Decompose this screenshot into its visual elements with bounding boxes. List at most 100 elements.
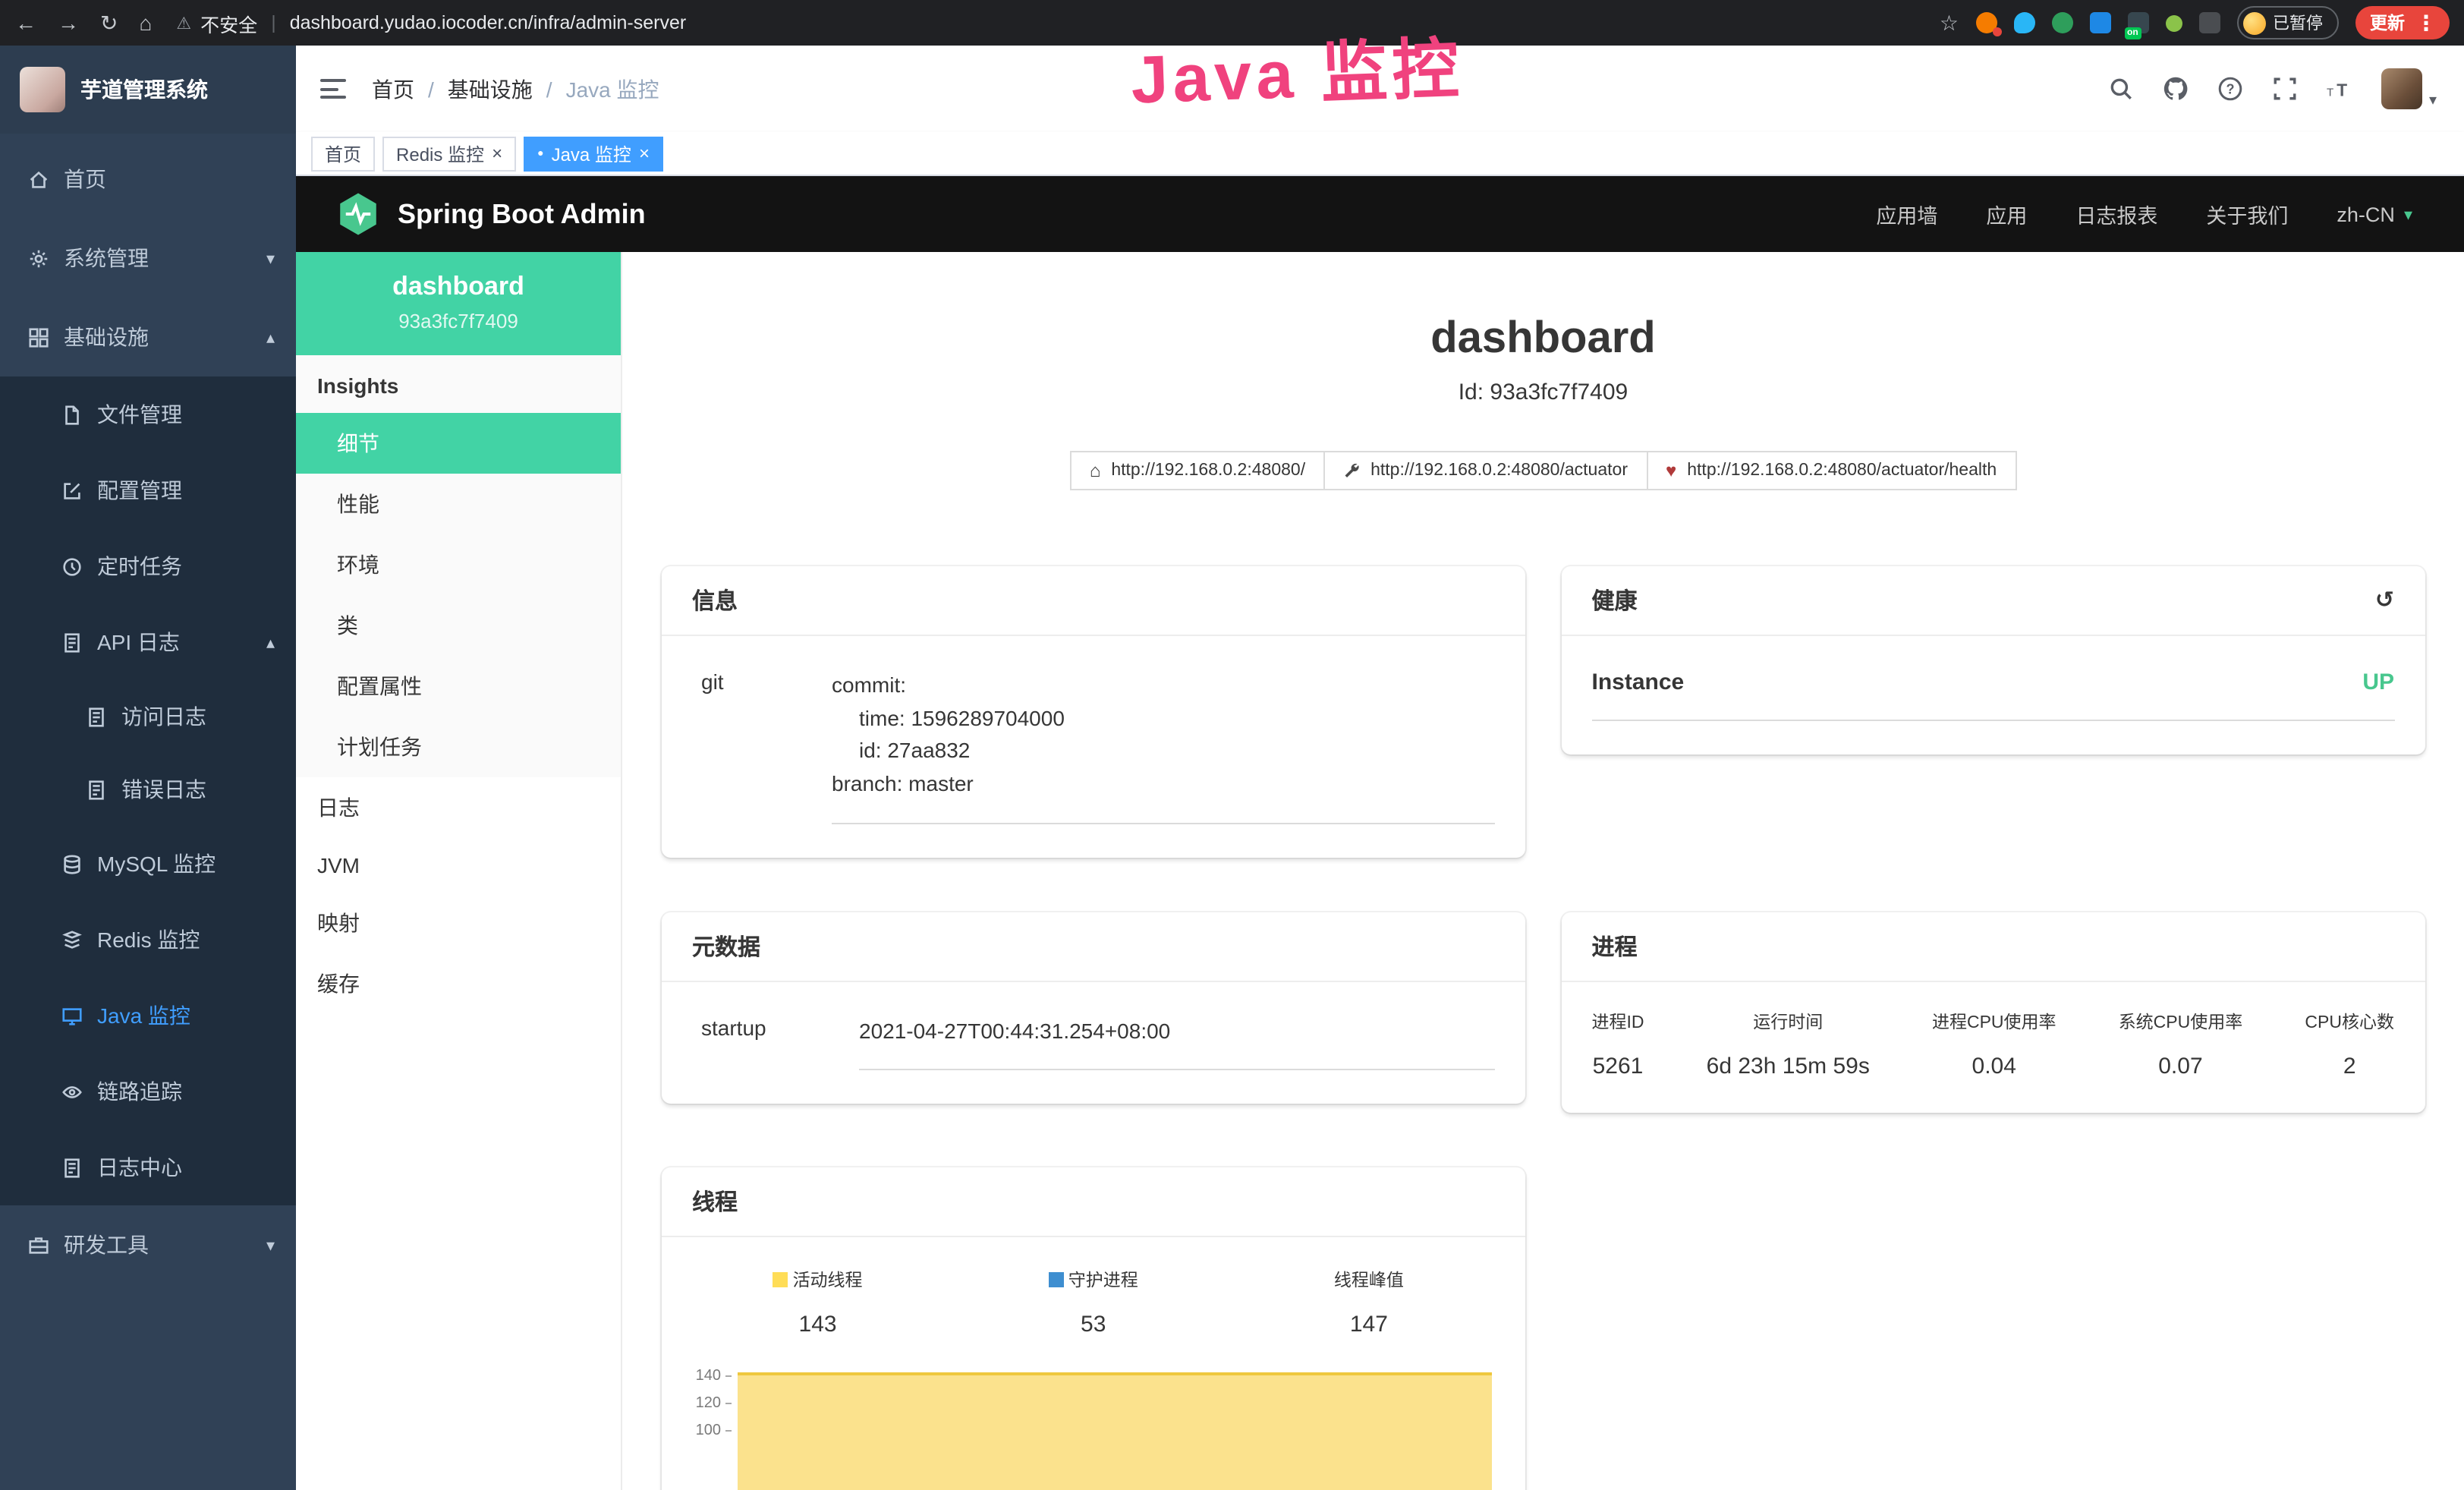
database-icon [61,852,83,875]
sba-nav-about[interactable]: 关于我们 [2206,199,2288,229]
threads-legend: 活动线程 143 守护进程 53 线程峰值 [680,1267,1507,1337]
sidebar-item-system-management[interactable]: 系统管理 ▾ [0,219,296,298]
browser-refresh-button[interactable]: ↻ [100,12,118,33]
profile-chip[interactable]: 已暂停 [2236,6,2338,39]
svg-text:T: T [2327,86,2334,99]
fullscreen-icon[interactable] [2273,76,2299,102]
extension-icon-green[interactable] [2051,12,2072,33]
sidebar-item-home[interactable]: 首页 [0,140,296,219]
sba-menu-logs[interactable]: 日志 [296,777,621,838]
tab-java-monitor[interactable]: ● Java 监控 × [524,136,663,171]
sidebar-item-config-management[interactable]: 配置管理 [0,452,296,528]
home-icon [27,168,50,191]
address-divider: | [271,12,276,33]
health-instance-row[interactable]: Instance UP [1592,669,2395,721]
sidebar-item-mysql-monitor[interactable]: MySQL 监控 [0,826,296,902]
instance-detail: dashboard Id: 93a3fc7f7409 ⌂ http://192.… [622,252,2464,1490]
eye-icon [61,1080,83,1103]
extension-icon-grid[interactable] [2089,12,2110,33]
breadcrumb-home[interactable]: 首页 [372,74,414,104]
doc-icon [85,705,108,728]
sba-menu-environment[interactable]: 环境 [296,534,621,595]
instance-link-root[interactable]: ⌂ http://192.168.0.2:48080/ [1070,451,1325,490]
instance-sidebar: dashboard 93a3fc7f7409 Insights 细节 性能 环境… [296,252,622,1490]
sidebar-item-scheduled-jobs[interactable]: 定时任务 [0,528,296,604]
browser-forward-button[interactable]: → [58,12,79,33]
sidebar-item-java-monitor[interactable]: Java 监控 [0,978,296,1054]
sba-menu-classes[interactable]: 类 [296,595,621,656]
health-card: 健康 ↺ Instance UP [1562,566,2425,754]
hamburger-menu-icon[interactable] [320,79,346,99]
sidebar-item-error-logs[interactable]: 错误日志 [0,753,296,826]
sidebar-item-trace[interactable]: 链路追踪 [0,1054,296,1129]
info-card: 信息 git commit: time: 1596289704000 id: 2… [662,566,1525,858]
sidebar-item-dev-tools[interactable]: 研发工具 ▾ [0,1205,296,1284]
sidebar-logo[interactable]: 芋道管理系统 [0,46,296,134]
close-icon[interactable]: × [492,144,502,162]
instance-link-actuator[interactable]: http://192.168.0.2:48080/actuator [1323,451,1647,490]
edit-icon [61,479,83,502]
extension-icon-switch[interactable]: on [2127,12,2148,33]
page-title: dashboard [622,316,2464,364]
browser-back-button[interactable]: ← [15,12,36,33]
health-status-badge: UP [2362,669,2394,695]
sba-nav-journal[interactable]: 日志报表 [2075,199,2157,229]
help-icon[interactable]: ? [2218,76,2244,102]
redis-icon [61,928,83,951]
sba-menu-performance[interactable]: 性能 [296,474,621,534]
sidebar-item-file-management[interactable]: 文件管理 [0,376,296,452]
sidebar-item-access-logs[interactable]: 访问日志 [0,680,296,753]
extension-icon-leaf[interactable] [2165,14,2182,31]
sidebar-item-log-center[interactable]: 日志中心 [0,1129,296,1205]
tab-home[interactable]: 首页 [311,136,375,171]
chrome-update-button[interactable]: 更新 ⋮ [2355,6,2449,39]
tab-redis-monitor[interactable]: Redis 监控 × [382,136,516,171]
metadata-key: startup [692,1015,859,1070]
sba-menu-mappings[interactable]: 映射 [296,893,621,953]
toolbox-icon [27,1233,50,1256]
sba-menu-jvm[interactable]: JVM [296,838,621,893]
font-size-icon[interactable]: TT [2327,76,2353,102]
components-icon [27,326,50,348]
search-icon[interactable] [2109,76,2135,102]
sidebar-item-infrastructure[interactable]: 基础设施 ▴ [0,298,296,376]
bookmark-star-icon[interactable]: ☆ [1940,12,1959,33]
sba-body: dashboard 93a3fc7f7409 Insights 细节 性能 环境… [296,252,2464,1490]
extension-icon-orange[interactable] [1975,12,1997,33]
user-avatar-dropdown[interactable]: ▾ [2382,68,2437,109]
sba-menu-scheduled-tasks[interactable]: 计划任务 [296,717,621,777]
instance-link-health[interactable]: ♥ http://192.168.0.2:48080/actuator/heal… [1646,451,2016,490]
browser-home-button[interactable]: ⌂ [139,12,152,33]
breadcrumb-infrastructure[interactable]: 基础设施 [448,74,533,104]
app-shell: 芋道管理系统 首页 系统管理 ▾ 基础设施 ▴ [0,46,2464,1490]
chrome-menu-button[interactable]: ⋮ [2415,12,2437,33]
locale-select[interactable]: zh-CN ▾ [2337,203,2412,225]
history-icon[interactable]: ↺ [2375,587,2394,614]
instance-header[interactable]: dashboard 93a3fc7f7409 [296,252,621,355]
threads-card: 线程 活动线程 143 守护进程 [662,1167,1525,1490]
health-card-title: 健康 [1592,584,1638,616]
sba-nav-applications[interactable]: 应用 [1986,199,2027,229]
sidebar-item-api-logs[interactable]: API 日志 ▴ [0,604,296,680]
daemon-threads-swatch [1049,1271,1064,1287]
stat-cpu-cores: CPU核心数 2 [2305,1009,2394,1079]
sba-menu-details[interactable]: 细节 [296,413,621,474]
close-icon[interactable]: × [639,144,650,162]
browser-nav-buttons: ← → ↻ ⌂ [15,12,152,33]
process-card-title: 进程 [1562,912,2425,981]
user-avatar [2382,68,2423,109]
sba-nav-wall[interactable]: 应用墙 [1876,199,1937,229]
insights-group: Insights 细节 性能 环境 类 配置属性 计划任务 [296,355,621,777]
sba-menu-config-props[interactable]: 配置属性 [296,656,621,717]
sba-header: Spring Boot Admin 应用墙 应用 日志报表 关于我们 zh-CN… [296,176,2464,252]
main-column: 首页 / 基础设施 / Java 监控 ? TT ▾ [296,46,2464,1490]
extensions-puzzle-icon[interactable] [2198,12,2220,33]
sba-brand[interactable]: Spring Boot Admin [335,191,646,237]
address-bar[interactable]: ⚠ 不安全 | dashboard.yudao.iocoder.cn/infra… [176,8,686,37]
url-text[interactable]: dashboard.yudao.iocoder.cn/infra/admin-s… [290,12,687,33]
github-icon[interactable] [2163,76,2189,102]
legend-peak-threads: 线程峰值 147 [1231,1267,1506,1337]
sba-menu-caches[interactable]: 缓存 [296,953,621,1014]
extension-icon-drop[interactable] [2013,12,2034,33]
sidebar-item-redis-monitor[interactable]: Redis 监控 [0,902,296,978]
